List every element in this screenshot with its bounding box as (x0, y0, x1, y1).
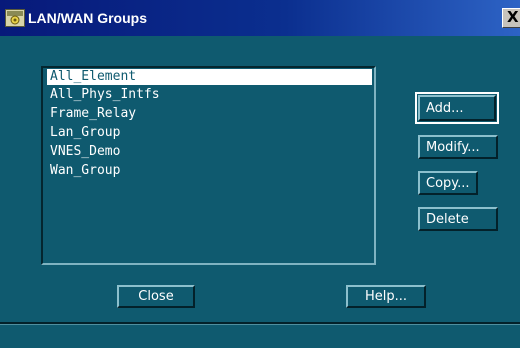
help-button[interactable]: Help... (346, 285, 426, 308)
lan-wan-groups-dialog: LAN/WAN Groups X All_Element All_Phys_In… (0, 0, 520, 348)
list-item[interactable]: All_Phys_Intfs (47, 87, 372, 103)
close-button[interactable]: Close (117, 285, 195, 308)
close-icon: X (507, 8, 519, 26)
list-item[interactable]: VNES_Demo (47, 144, 372, 160)
copy-button[interactable]: Copy... (418, 171, 478, 195)
add-button[interactable]: Add... (415, 92, 499, 124)
list-item[interactable]: Wan_Group (47, 163, 372, 179)
title-bar[interactable]: LAN/WAN Groups X (0, 0, 520, 36)
list-item[interactable]: Lan_Group (47, 125, 372, 141)
delete-button[interactable]: Delete (418, 207, 498, 231)
app-icon[interactable] (4, 8, 26, 28)
list-item[interactable]: All_Element (47, 69, 372, 85)
window-title: LAN/WAN Groups (28, 10, 147, 26)
close-window-button[interactable]: X (502, 8, 520, 28)
list-item[interactable]: Frame_Relay (47, 106, 372, 122)
status-bar (0, 324, 520, 348)
modify-button[interactable]: Modify... (418, 135, 498, 159)
groups-list[interactable]: All_Element All_Phys_Intfs Frame_Relay L… (41, 66, 376, 265)
